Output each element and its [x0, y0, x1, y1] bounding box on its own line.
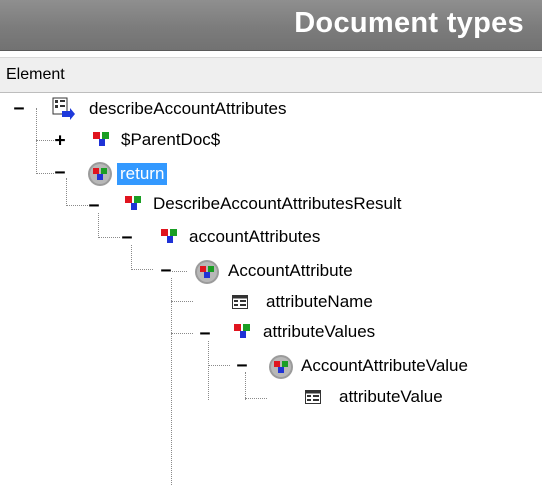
tree-node-account-attribute-value[interactable]: AccountAttributeValue — [298, 353, 471, 379]
tree-connector — [98, 237, 120, 238]
tree-connector — [245, 398, 267, 399]
panel-title-bar: Document types — [0, 0, 542, 51]
complex-type-icon — [194, 259, 220, 290]
tree-node-attribute-value[interactable]: attributeValue — [336, 384, 446, 410]
collapse-toggle[interactable]: − — [199, 325, 211, 343]
document-root-icon — [52, 97, 76, 126]
collapse-toggle[interactable]: − — [54, 164, 66, 182]
column-header-element: Element — [6, 66, 65, 83]
tree-node-label: accountAttributes — [189, 227, 321, 246]
tree-connector — [171, 275, 172, 485]
complex-type-icon — [268, 354, 294, 385]
tree-node-label: attributeValues — [263, 322, 376, 341]
tree-node-describe-account-attributes-result[interactable]: DescribeAccountAttributesResult — [150, 191, 405, 217]
tree-connector — [66, 205, 88, 206]
tree-node-label: return — [117, 163, 168, 185]
tree-node-label: $ParentDoc$ — [121, 130, 221, 149]
tree-node-label: DescribeAccountAttributesResult — [153, 194, 402, 213]
tree-node-label: describeAccountAttributes — [89, 99, 287, 118]
document-tree[interactable]: − describeAccountAttributes + $ParentDoc… — [0, 92, 542, 485]
tree-node-describe-account-attributes[interactable]: describeAccountAttributes — [86, 96, 290, 122]
tree-node-label: AccountAttribute — [228, 261, 353, 280]
tree-node-parent-doc[interactable]: $ParentDoc$ — [118, 127, 223, 153]
tree-node-account-attribute[interactable]: AccountAttribute — [225, 258, 356, 284]
tree-node-attribute-values[interactable]: attributeValues — [260, 319, 378, 345]
tree-connector — [131, 269, 153, 270]
tree-connector — [208, 365, 230, 366]
tree-connector — [245, 372, 246, 400]
node-icon — [160, 227, 178, 250]
tree-connector — [171, 301, 193, 302]
tree-connector — [208, 338, 209, 400]
panel-title: Document types — [294, 7, 524, 39]
tree-node-label: attributeName — [266, 292, 373, 311]
field-icon — [305, 390, 321, 409]
field-icon — [232, 295, 248, 314]
expand-toggle[interactable]: + — [54, 132, 66, 150]
node-icon — [124, 194, 142, 217]
tree-connector — [66, 178, 67, 206]
collapse-toggle[interactable]: − — [121, 229, 133, 247]
column-header[interactable]: Element — [0, 57, 542, 93]
tree-connector — [171, 333, 193, 334]
collapse-toggle[interactable]: − — [13, 100, 25, 118]
collapse-toggle[interactable]: − — [88, 197, 100, 215]
complex-type-icon — [87, 161, 113, 192]
tree-node-label: AccountAttributeValue — [301, 356, 468, 375]
tree-node-return[interactable]: return — [117, 161, 168, 187]
tree-node-label: attributeValue — [339, 387, 443, 406]
tree-connector — [171, 271, 187, 272]
tree-node-attribute-name[interactable]: attributeName — [263, 289, 376, 315]
collapse-toggle[interactable]: − — [236, 357, 248, 375]
tree-node-account-attributes[interactable]: accountAttributes — [186, 224, 323, 250]
collapse-toggle[interactable]: − — [160, 262, 172, 280]
node-icon — [233, 322, 251, 345]
node-icon — [92, 130, 110, 153]
